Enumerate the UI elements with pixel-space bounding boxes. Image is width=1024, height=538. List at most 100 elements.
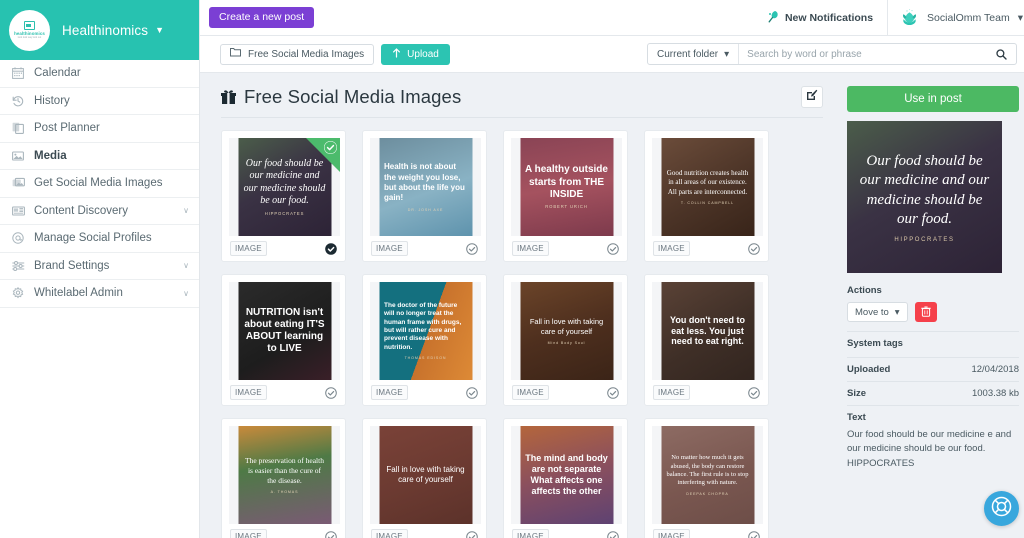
- delete-button[interactable]: [914, 302, 937, 322]
- card-select-checkbox[interactable]: [607, 386, 619, 399]
- card-select-checkbox[interactable]: [607, 530, 619, 538]
- card-type-tag: IMAGE: [653, 241, 690, 256]
- image-card[interactable]: A healthy outside starts from THE INSIDE…: [503, 130, 628, 262]
- brand-header[interactable]: healthinomics look look way look out Hea…: [0, 0, 199, 60]
- sidebar-item-get-social-media-images[interactable]: Get Social Media Images: [0, 170, 199, 198]
- card-select-checkbox[interactable]: [748, 242, 760, 255]
- image-card[interactable]: Fall in love with taking care of yoursel…: [503, 274, 628, 406]
- media-toolbar: Free Social Media Images Upload Current …: [200, 36, 1024, 73]
- sidebar-item-whitelabel-admin[interactable]: Whitelabel Admin ∨: [0, 280, 199, 308]
- card-thumbnail[interactable]: A healthy outside starts from THE INSIDE…: [511, 138, 622, 236]
- sidebar-nav: Calendar History Post Planner Media Get Soci…: [0, 60, 199, 308]
- image-card[interactable]: No matter how much it gets abused, the b…: [644, 418, 769, 538]
- team-label: SocialOmm Team: [927, 11, 1010, 24]
- image-card[interactable]: Our food should be our medicine and our …: [221, 130, 346, 262]
- image-card[interactable]: The doctor of the future will no longer …: [362, 274, 487, 406]
- sidebar-item-media[interactable]: Media: [0, 143, 199, 170]
- team-menu[interactable]: SocialOmm Team ▾: [887, 0, 1024, 36]
- card-thumbnail[interactable]: You don't need to eat less. You just nee…: [652, 282, 763, 380]
- card-quote: Fall in love with taking care of yoursel…: [386, 464, 465, 484]
- image-grid: Our food should be our medicine and our …: [221, 130, 823, 538]
- uploaded-label: Uploaded: [847, 364, 891, 375]
- move-to-dropdown[interactable]: Move to ▾: [847, 302, 908, 322]
- preview-author-text: HIPPOCRATES: [894, 236, 955, 243]
- chevron-down-icon[interactable]: ∨: [183, 206, 189, 215]
- card-thumbnail[interactable]: Good nutrition creates health in all are…: [652, 138, 763, 236]
- size-value: 1003.38 kb: [971, 388, 1019, 399]
- current-folder-button[interactable]: Free Social Media Images: [220, 43, 375, 65]
- search-scope-dropdown[interactable]: Current folder ▾: [648, 44, 740, 64]
- card-footer: IMAGE: [652, 524, 761, 538]
- card-select-checkbox[interactable]: [748, 530, 760, 538]
- trash-icon: [920, 305, 931, 320]
- chevron-down-icon[interactable]: ∨: [183, 261, 189, 270]
- card-quote: The doctor of the future will no longer …: [384, 301, 462, 351]
- image-card[interactable]: NUTRITION isn't about eating IT'S ABOUT …: [221, 274, 346, 406]
- card-author: THOMAS EDISON: [404, 356, 447, 361]
- card-quote-overlay: The doctor of the future will no longer …: [379, 302, 472, 361]
- image-card[interactable]: You don't need to eat less. You just nee…: [644, 274, 769, 406]
- card-thumbnail[interactable]: Health is not about the weight you lose,…: [370, 138, 481, 236]
- card-thumbnail[interactable]: The doctor of the future will no longer …: [370, 282, 481, 380]
- sidebar-item-content-discovery[interactable]: Content Discovery ∨: [0, 198, 199, 225]
- sidebar-item-post-planner[interactable]: Post Planner: [0, 115, 199, 143]
- newspaper-icon: [12, 205, 29, 217]
- use-in-post-button[interactable]: Use in post: [847, 86, 1019, 112]
- search-bar: Current folder ▾: [647, 43, 1017, 65]
- card-quote: No matter how much it gets abused, the b…: [666, 454, 749, 487]
- logo-subtext: look look way look out: [17, 36, 42, 39]
- sidebar-item-label: Whitelabel Admin: [34, 287, 123, 300]
- main-area: Create a new post New Notifications Soci…: [200, 0, 1024, 538]
- image-card[interactable]: The preservation of health is easier tha…: [221, 418, 346, 538]
- size-label: Size: [847, 388, 867, 399]
- search-input[interactable]: [739, 44, 996, 64]
- card-select-checkbox[interactable]: [466, 242, 478, 255]
- sidebar-item-history[interactable]: History: [0, 88, 199, 115]
- image-icon: [12, 150, 29, 162]
- card-select-checkbox[interactable]: [607, 242, 619, 255]
- search-icon[interactable]: [996, 44, 1016, 64]
- card-thumbnail[interactable]: NUTRITION isn't about eating IT'S ABOUT …: [229, 282, 340, 380]
- card-thumbnail[interactable]: No matter how much it gets abused, the b…: [652, 426, 763, 524]
- card-thumbnail[interactable]: Fall in love with taking care of yoursel…: [370, 426, 481, 524]
- card-type-tag: IMAGE: [371, 385, 408, 400]
- chevron-down-icon[interactable]: ▼: [155, 25, 164, 35]
- selected-check-icon: [324, 141, 337, 154]
- card-quote-overlay: The preservation of health is easier tha…: [238, 456, 331, 493]
- image-card[interactable]: Health is not about the weight you lose,…: [362, 130, 487, 262]
- card-image: NUTRITION isn't about eating IT'S ABOUT …: [238, 282, 331, 380]
- sidebar-item-label: Manage Social Profiles: [34, 232, 152, 245]
- card-image: Fall in love with taking care of yoursel…: [520, 282, 613, 380]
- gallery-panel: Free Social Media Images Our food should…: [221, 86, 823, 538]
- preview-image[interactable]: Our food should be our medicine and our …: [847, 121, 1002, 273]
- create-new-post-button[interactable]: Create a new post: [209, 6, 315, 29]
- card-select-checkbox[interactable]: [325, 530, 337, 538]
- card-thumbnail[interactable]: Fall in love with taking care of yoursel…: [511, 282, 622, 380]
- sidebar-item-manage-social-profiles[interactable]: Manage Social Profiles: [0, 225, 199, 253]
- image-card[interactable]: Good nutrition creates health in all are…: [644, 130, 769, 262]
- card-select-checkbox[interactable]: [325, 242, 337, 255]
- card-select-checkbox[interactable]: [466, 386, 478, 399]
- chevron-down-icon[interactable]: ∨: [183, 289, 189, 298]
- history-icon: [12, 95, 29, 107]
- upload-button[interactable]: Upload: [381, 43, 450, 65]
- edit-folder-button[interactable]: [801, 86, 823, 108]
- text-label: Text: [847, 412, 866, 423]
- help-button[interactable]: [984, 491, 1019, 526]
- uploaded-value: 12/04/2018: [971, 364, 1019, 375]
- new-notifications-button[interactable]: New Notifications: [753, 0, 887, 36]
- card-thumbnail[interactable]: The mind and body are not separate What …: [511, 426, 622, 524]
- search-scope-label: Current folder: [657, 48, 719, 60]
- uploaded-row: Uploaded 12/04/2018: [847, 357, 1019, 381]
- card-select-checkbox[interactable]: [325, 386, 337, 399]
- image-card[interactable]: The mind and body are not separate What …: [503, 418, 628, 538]
- card-select-checkbox[interactable]: [748, 386, 760, 399]
- card-author: Mind Body Soul: [547, 340, 586, 345]
- sidebar-item-brand-settings[interactable]: Brand Settings ∨: [0, 253, 199, 280]
- sidebar-item-calendar[interactable]: Calendar: [0, 60, 199, 88]
- image-card[interactable]: Fall in love with taking care of yoursel…: [362, 418, 487, 538]
- card-thumbnail[interactable]: The preservation of health is easier tha…: [229, 426, 340, 524]
- card-select-checkbox[interactable]: [466, 530, 478, 538]
- card-thumbnail[interactable]: Our food should be our medicine and our …: [229, 138, 340, 236]
- card-footer: IMAGE: [652, 236, 761, 261]
